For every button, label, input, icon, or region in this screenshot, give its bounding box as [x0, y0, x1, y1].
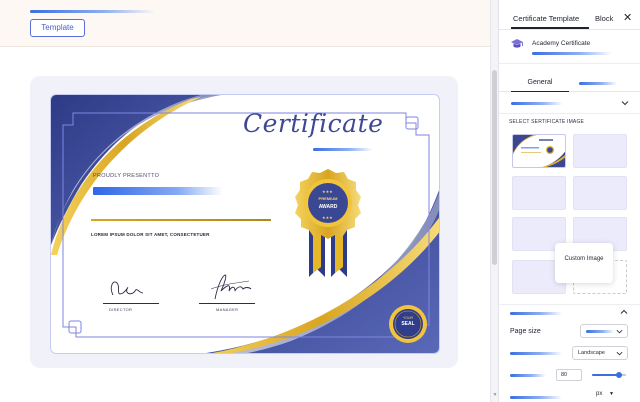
active-tab-indicator — [511, 27, 589, 29]
chevron-down-icon — [616, 351, 623, 356]
certificate-title: Certificate — [243, 109, 384, 138]
manager-signature-line — [199, 303, 255, 304]
seal-line2: SEAL — [401, 321, 415, 327]
chevron-down-icon[interactable] — [621, 99, 629, 107]
unit-value: px — [596, 391, 603, 397]
orientation-select[interactable]: Landscape — [572, 346, 628, 360]
section-header-page[interactable] — [498, 304, 640, 320]
editor-scrollbar-thumb[interactable] — [492, 70, 497, 265]
certificate-thumbnail-art — [513, 135, 565, 167]
orientation-value: Landscape — [578, 350, 605, 356]
size-slider[interactable] — [592, 372, 626, 378]
proudly-present-text: PROUDLY PRESENTTO — [93, 173, 160, 179]
certificate-subtitle-placeholder — [313, 148, 373, 151]
director-label: DIRECTOR — [109, 307, 133, 312]
chevron-down-icon — [616, 329, 623, 334]
seal-line1: YOUR — [402, 316, 414, 320]
size-label-placeholder — [510, 374, 546, 377]
select-certificate-image-label: SELECT SERTIFICATE IMAGE — [509, 119, 585, 125]
block-description-placeholder — [532, 52, 612, 55]
editor-scrollbar[interactable]: ▼ — [490, 0, 498, 402]
svg-text:★★★: ★★★ — [322, 189, 333, 194]
certificate-thumbnail-empty[interactable] — [512, 176, 566, 210]
unit-select[interactable]: px ▼ — [596, 391, 614, 397]
panel-subtabs: General — [499, 70, 640, 92]
award-badge-line2: AWARD — [318, 204, 338, 210]
tab-certificate-template[interactable]: Certificate Template — [513, 14, 579, 23]
section-header-image[interactable] — [499, 92, 640, 114]
block-name: Academy Certificate — [532, 40, 591, 47]
certificate-thumbnail-empty[interactable] — [573, 134, 627, 168]
custom-image-tooltip[interactable]: Custom Image — [555, 243, 613, 283]
graduation-cap-icon — [511, 39, 523, 48]
chevron-down-icon: ▼ — [609, 391, 614, 397]
certificate-thumbnail-selected[interactable] — [512, 134, 566, 168]
block-header: Academy Certificate — [499, 30, 640, 64]
subtab-general[interactable]: General — [511, 76, 569, 92]
page-size-label: Page size — [510, 328, 541, 335]
certificate-description: LOREM IPSUM DOLOR SIT AMET, CONSECTETUER — [91, 232, 210, 237]
manager-label: MANAGER — [216, 307, 239, 312]
panel-tabs: Certificate Template Block ✕ — [499, 0, 640, 30]
manager-signature — [210, 274, 252, 300]
editor-topbar: Template — [0, 0, 490, 47]
name-underline — [91, 219, 271, 221]
editor-canvas-area: Template ★★★ ★★★ Certificate PROUDLY PRE… — [0, 0, 490, 402]
close-icon[interactable]: ✕ — [623, 11, 632, 24]
chevron-up-icon[interactable] — [620, 308, 628, 316]
certificate-preview[interactable]: ★★★ ★★★ Certificate PROUDLY PRESENTTO LO… — [50, 94, 440, 354]
tab-block[interactable]: Block — [595, 14, 613, 23]
page-size-select[interactable] — [580, 324, 628, 338]
page-size-value-placeholder — [586, 330, 614, 333]
certificate-thumbnail-empty[interactable] — [573, 176, 627, 210]
award-badge-line1: PREMIUM — [318, 196, 338, 201]
director-signature — [110, 281, 144, 296]
recipient-name-placeholder — [93, 187, 223, 195]
size-slider-fill — [592, 374, 620, 376]
section-title-placeholder — [511, 102, 563, 105]
director-signature-line — [103, 303, 159, 304]
size-number-input[interactable]: 80 — [556, 369, 582, 381]
unit-label-placeholder — [510, 396, 562, 399]
section-title-placeholder — [510, 312, 562, 315]
subtab-other-placeholder[interactable] — [579, 82, 617, 85]
orientation-label-placeholder — [510, 352, 562, 355]
template-button[interactable]: Template — [30, 19, 85, 37]
svg-text:★★★: ★★★ — [322, 215, 333, 220]
editor-title-placeholder — [30, 10, 155, 13]
